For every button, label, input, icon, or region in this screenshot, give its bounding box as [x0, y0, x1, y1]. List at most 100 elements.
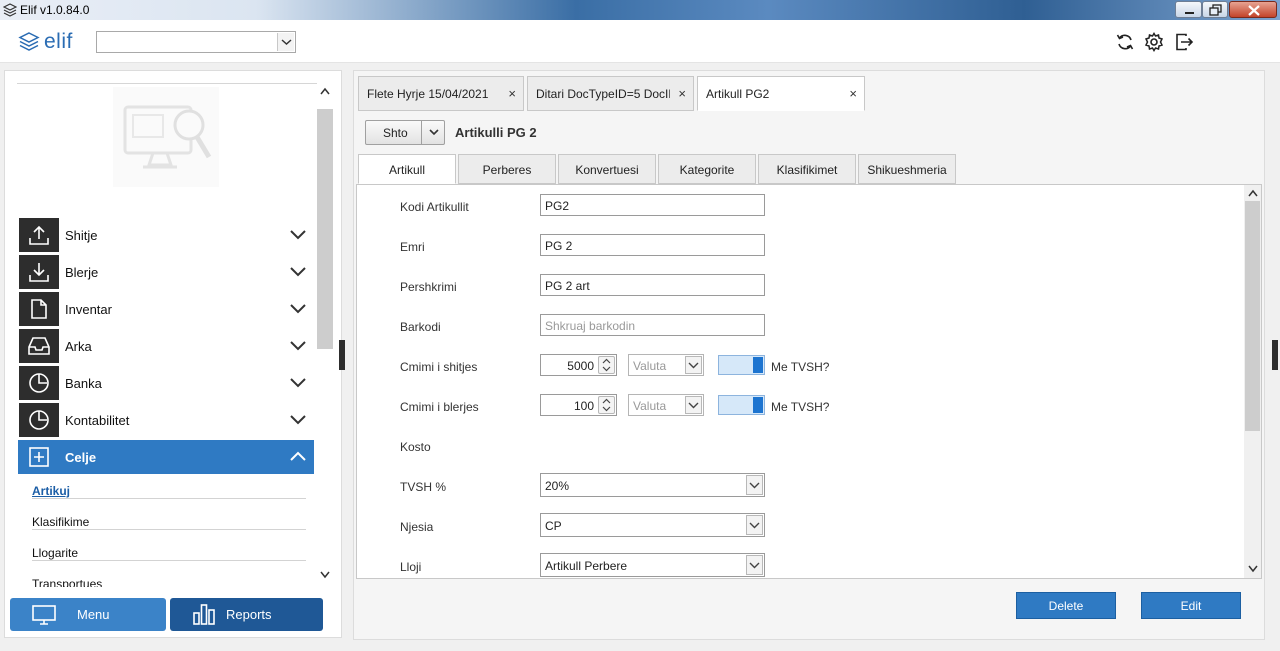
chevron-down-icon[interactable] [746, 475, 763, 495]
chevron-up-icon[interactable] [320, 87, 330, 95]
name-label: Emri [400, 240, 425, 254]
chevron-down-icon[interactable] [320, 571, 330, 579]
unit-select[interactable]: CP [540, 513, 765, 537]
app-logo: elif [18, 30, 73, 54]
sell-currency-select[interactable]: Valuta [628, 354, 704, 376]
tab-flete-hyrje[interactable]: Flete Hyrje 15/04/2021 × [358, 76, 524, 111]
submenu-item-transportues[interactable]: Transportues [32, 567, 306, 587]
vat-select[interactable]: 20% [540, 473, 765, 497]
divider [32, 560, 306, 561]
buy-currency-select[interactable]: Valuta [628, 394, 704, 416]
delete-button[interactable]: Delete [1016, 592, 1116, 619]
chevron-down-icon [290, 378, 306, 388]
logo-text: elif [44, 30, 73, 53]
plus-square-icon [19, 440, 59, 474]
barcode-field[interactable]: Shkruaj barkodin [540, 314, 765, 336]
edit-button[interactable]: Edit [1141, 592, 1241, 619]
tab-ditari[interactable]: Ditari DocTypeID=5 DocID= × [527, 76, 694, 111]
tab-artikull[interactable]: Artikull [358, 154, 456, 184]
chevron-down-icon[interactable] [277, 33, 294, 51]
tab-konvertuesi[interactable]: Konvertuesi [558, 154, 656, 184]
chevron-down-icon[interactable] [685, 396, 702, 414]
maximize-button[interactable] [1202, 1, 1228, 18]
close-icon[interactable]: × [849, 86, 857, 101]
toggle-knob [753, 357, 763, 373]
unit-label: Njesia [400, 520, 434, 534]
code-field[interactable]: PG2 [540, 194, 765, 216]
reports-button[interactable]: Reports [170, 598, 323, 631]
upload-icon [19, 218, 59, 252]
chevron-down-icon[interactable] [746, 555, 763, 575]
submenu-clip: Transportues [32, 567, 306, 587]
restore-icon [1209, 4, 1222, 16]
submenu-item-klasifikime[interactable]: Klasifikime [32, 505, 306, 535]
sidebar-item-inventar[interactable]: Inventar [18, 292, 314, 326]
chevron-down-icon [290, 267, 306, 277]
buy-price-stepper[interactable]: 100 [540, 394, 617, 416]
tab-shikueshmeria[interactable]: Shikueshmeria [858, 154, 956, 184]
sell-price-stepper[interactable]: 5000 [540, 354, 617, 376]
spinner-icon[interactable] [598, 396, 615, 414]
reports-button-label: Reports [226, 607, 272, 622]
description-field[interactable]: PG 2 art [540, 274, 765, 296]
sidebar-item-blerje[interactable]: Blerje [18, 255, 314, 289]
article-form: Kodi Artikullit PG2 Emri PG 2 Pershkrimi… [356, 184, 1262, 579]
sell-vat-label: Me TVSH? [771, 360, 830, 374]
inbox-icon [19, 329, 59, 363]
toggle-knob [753, 397, 763, 413]
close-icon[interactable]: × [508, 86, 516, 101]
name-field[interactable]: PG 2 [540, 234, 765, 256]
sidebar-item-banka[interactable]: Banka [18, 366, 314, 400]
tab-label: Artikull PG2 [706, 87, 770, 101]
description-label: Pershkrimi [400, 280, 457, 294]
tab-artikull-pg2[interactable]: Artikull PG2 × [697, 76, 865, 111]
cost-label: Kosto [400, 440, 431, 454]
sidebar-item-shitje[interactable]: Shitje [18, 218, 314, 252]
sell-currency-value: Valuta [633, 359, 667, 373]
chevron-down-icon[interactable] [685, 356, 702, 374]
clock-pie-icon [19, 403, 59, 437]
chevron-down-icon[interactable] [746, 515, 763, 535]
logout-icon[interactable] [1174, 32, 1194, 52]
sidebar-item-celje[interactable]: Celje [18, 440, 314, 474]
panel-collapse-handle[interactable] [1272, 340, 1278, 370]
tab-perberes[interactable]: Perberes [458, 154, 556, 184]
tab-klasifikimet[interactable]: Klasifikimet [758, 154, 856, 184]
close-window-button[interactable] [1229, 1, 1277, 18]
sell-vat-toggle[interactable] [718, 355, 765, 375]
sidebar-item-arka[interactable]: Arka [18, 329, 314, 363]
submenu-item-artikuj[interactable]: Artikuj [32, 474, 306, 504]
sidebar-item-kontabilitet[interactable]: Kontabilitet [18, 403, 314, 437]
gear-icon[interactable] [1144, 32, 1164, 52]
sidebar-scrollbar[interactable] [317, 85, 333, 585]
close-icon[interactable]: × [678, 86, 686, 101]
layers-logo-icon [18, 32, 40, 51]
minimize-button[interactable] [1175, 1, 1202, 18]
spinner-icon[interactable] [598, 356, 615, 374]
form-scrollbar[interactable] [1244, 185, 1261, 578]
vat-label: TVSH % [400, 480, 447, 494]
chevron-down-icon[interactable] [428, 125, 440, 139]
minimize-icon [1185, 12, 1194, 14]
chevron-down-icon[interactable] [1248, 565, 1258, 573]
type-select[interactable]: Artikull Perbere [540, 553, 765, 577]
company-select[interactable] [96, 31, 296, 53]
add-button-label: Shto [383, 126, 408, 140]
sidebar-collapse-handle[interactable] [339, 340, 345, 370]
menu-button[interactable]: Menu [10, 598, 166, 631]
barcode-label: Barkodi [400, 320, 441, 334]
chevron-up-icon[interactable] [1248, 189, 1258, 197]
scrollbar-thumb[interactable] [1245, 201, 1260, 431]
download-icon [19, 255, 59, 289]
buy-vat-toggle[interactable] [718, 395, 765, 415]
monitor-icon [32, 605, 56, 625]
submenu-item-llogarite[interactable]: Llogarite [32, 536, 306, 566]
refresh-icon[interactable] [1115, 32, 1135, 52]
divider [32, 498, 306, 499]
sidebar-item-label: Arka [65, 339, 92, 354]
tab-kategorite[interactable]: Kategorite [658, 154, 756, 184]
add-split-button[interactable]: Shto [365, 120, 445, 145]
scrollbar-thumb[interactable] [317, 109, 333, 349]
chevron-down-icon [290, 341, 306, 351]
type-label: Lloji [400, 560, 422, 574]
